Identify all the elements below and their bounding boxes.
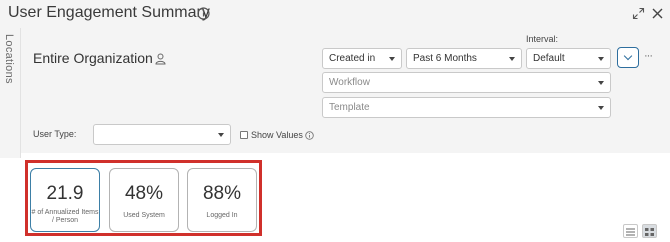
user-type-select[interactable] [93, 124, 231, 145]
user-type-label: User Type: [33, 129, 77, 139]
chevron-down-icon [598, 106, 604, 110]
grid-view-icon [645, 228, 654, 236]
metric-value: 21.9 [46, 183, 84, 204]
metric-label: # of Annualized Items / Person [31, 209, 99, 224]
metric-value: 88% [202, 183, 242, 204]
metric-label: Used System [123, 212, 165, 219]
workflow-select[interactable]: Workflow [322, 72, 611, 93]
person-icon[interactable] [155, 53, 166, 65]
organization-name: Entire Organization [33, 50, 153, 66]
interval-select[interactable]: Default [526, 48, 611, 69]
chevron-down-icon [389, 57, 395, 61]
metric-label: Logged In [206, 212, 238, 219]
chevron-down-icon [598, 57, 604, 61]
period-select[interactable]: Past 6 Months [406, 48, 522, 69]
date-field-select[interactable]: Created in [322, 48, 402, 69]
grid-view-button[interactable] [642, 224, 657, 238]
metric-card-logged-in[interactable]: 88% Logged In [187, 168, 257, 232]
date-field-value: Created in [329, 53, 376, 64]
page-title: User Engagement Summary [8, 4, 210, 21]
list-view-button[interactable] [623, 224, 638, 238]
chevron-down-icon [218, 133, 224, 137]
list-view-icon [626, 228, 635, 236]
template-select[interactable]: Template [322, 97, 611, 118]
workflow-placeholder: Workflow [329, 77, 370, 88]
chevron-down-icon [598, 81, 604, 85]
collapse-filters-button[interactable] [617, 47, 639, 68]
locations-label[interactable]: Locations [3, 34, 15, 84]
show-values-checkbox[interactable] [240, 131, 248, 139]
chevron-down-icon [509, 57, 515, 61]
show-values-label[interactable]: Show Values [251, 130, 303, 140]
more-options-icon[interactable]: ··· [644, 50, 653, 62]
close-icon[interactable] [651, 7, 664, 20]
template-placeholder: Template [329, 102, 370, 113]
metric-card-annualized-items[interactable]: 21.9 # of Annualized Items / Person [30, 168, 100, 232]
expand-icon[interactable] [632, 7, 645, 20]
interval-label: Interval: [526, 34, 559, 44]
metric-value: 48% [124, 183, 164, 204]
period-value: Past 6 Months [413, 53, 477, 64]
chevron-down-icon [623, 51, 633, 61]
interval-value: Default [533, 53, 565, 64]
info-icon[interactable] [197, 7, 210, 20]
info-icon[interactable] [305, 131, 314, 140]
metric-card-used-system[interactable]: 48% Used System [109, 168, 179, 232]
